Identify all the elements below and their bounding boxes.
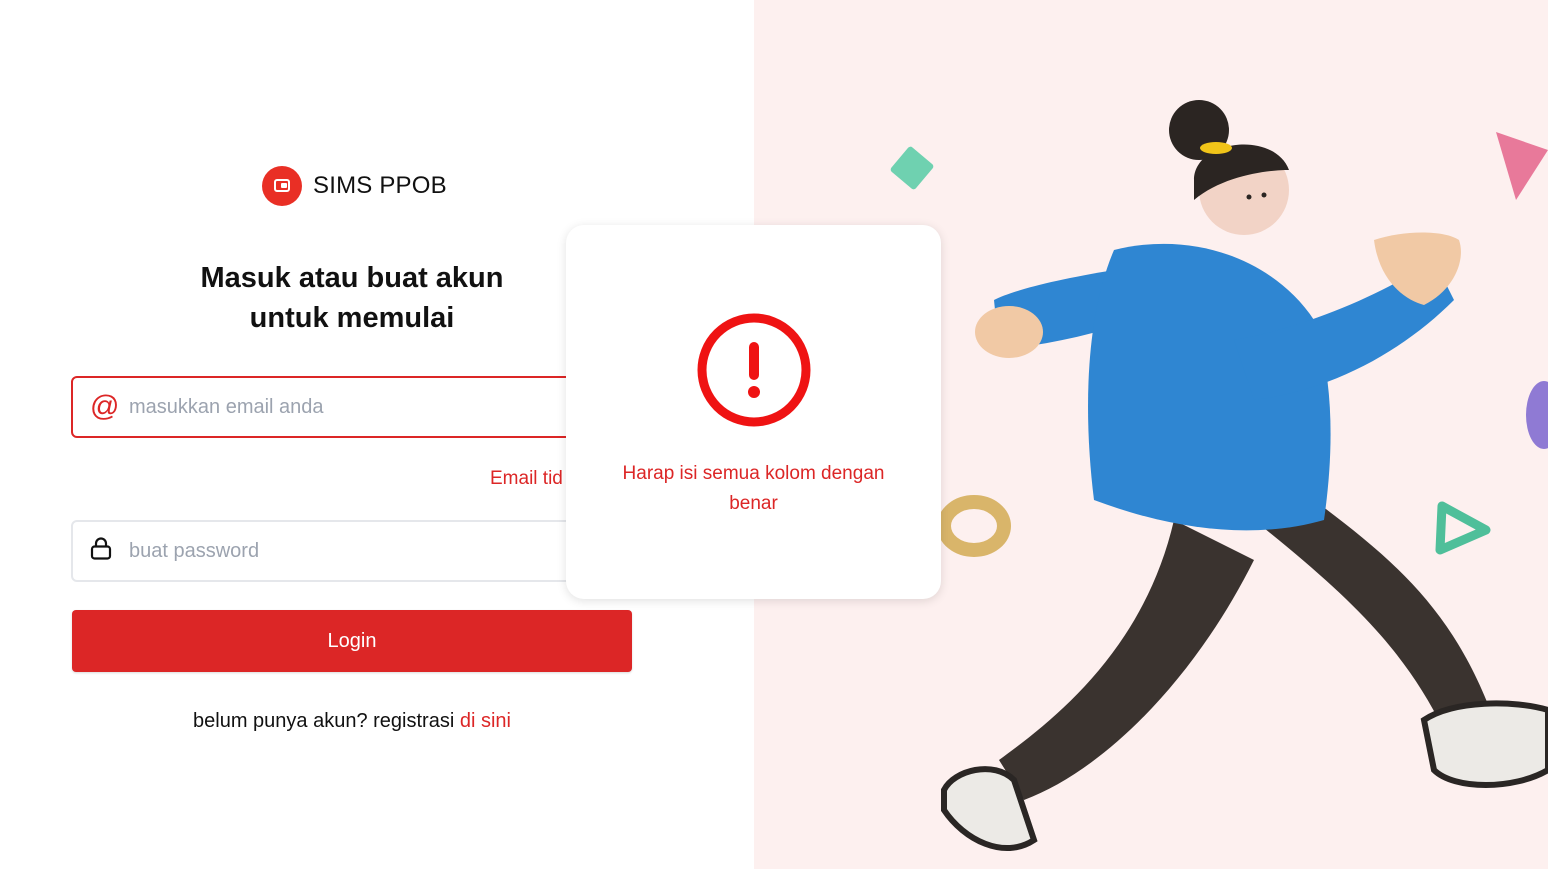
password-input[interactable]: [129, 522, 609, 580]
login-button[interactable]: Login: [72, 610, 632, 672]
lock-icon: [90, 537, 112, 566]
alert-message: Harap isi semua kolom dengan benar: [622, 463, 885, 514]
page-title: Masuk atau buat akun untuk memulai: [72, 258, 632, 338]
alert-circle-icon: [696, 312, 812, 433]
brand: SIMS PPOB: [262, 166, 447, 206]
title-line-1: Masuk atau buat akun: [200, 262, 504, 294]
email-error-text: Email tid: [490, 468, 563, 489]
register-prefix: belum punya akun? registrasi: [193, 710, 460, 732]
title-line-2: untuk memulai: [249, 302, 455, 334]
register-prompt: belum punya akun? registrasi di sini: [72, 710, 632, 733]
password-field[interactable]: [71, 520, 631, 582]
email-input[interactable]: [129, 378, 609, 436]
login-page: SIMS PPOB Masuk atau buat akun untuk mem…: [0, 0, 1548, 869]
wallet-icon: [262, 166, 302, 206]
register-link[interactable]: di sini: [460, 710, 511, 732]
brand-name: SIMS PPOB: [313, 172, 447, 199]
email-field[interactable]: @: [71, 376, 631, 438]
at-icon: @: [90, 390, 120, 423]
alert-modal: Harap isi semua kolom dengan benar: [566, 225, 941, 599]
